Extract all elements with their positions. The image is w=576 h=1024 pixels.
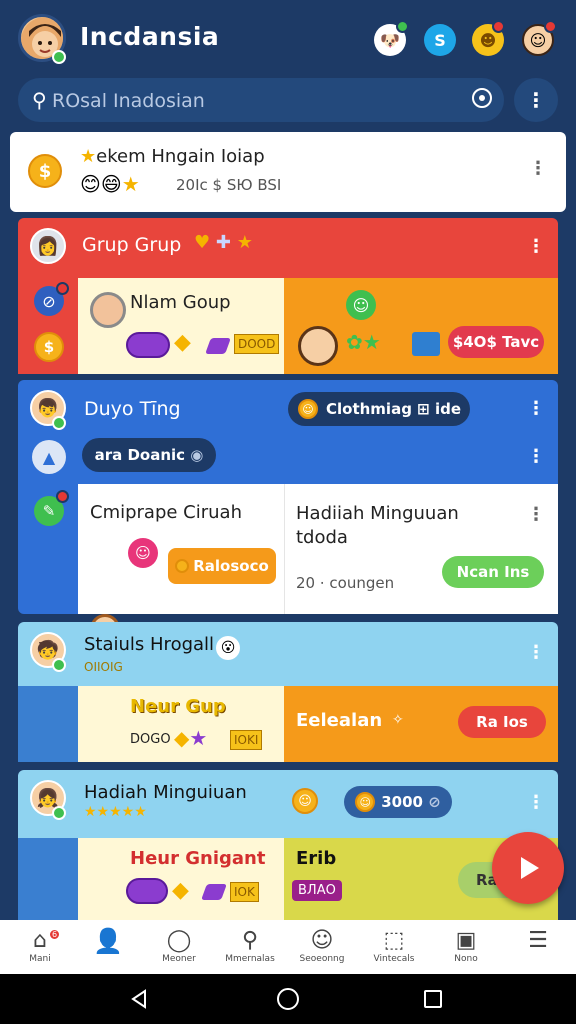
- profile-icon: 👤: [93, 927, 123, 955]
- reward-coin-icon: ☺: [292, 788, 318, 814]
- topic-header-pill[interactable]: ☺ Clothmiag ⊞ ide: [288, 392, 470, 426]
- status-left-title: Neur Gup: [130, 696, 226, 717]
- featured-count: 20Iс $ SЮ BSI: [176, 176, 282, 194]
- bottom-nav-items: ⌂ Mani 6 👤 ◯ Meoner ⚲ Mmernalas ☺ Seoeon…: [8, 926, 574, 964]
- girl-avatar-icon: [90, 292, 126, 328]
- home-badge: 6: [48, 928, 61, 941]
- status-right-pill[interactable]: Ra Ios: [458, 706, 546, 738]
- group-card-more-icon[interactable]: ⋮: [526, 236, 546, 257]
- coin-icon: $: [34, 332, 64, 362]
- nav-item-box[interactable]: ⬚ Vintecals: [358, 926, 430, 964]
- reward-right-title: Erib: [296, 848, 337, 869]
- reward-more-icon[interactable]: ⋮: [526, 792, 546, 813]
- search-icon: ⚲: [32, 88, 47, 112]
- voice-target-icon[interactable]: [472, 88, 492, 108]
- play-icon: [521, 857, 539, 879]
- blocked-icon-badge: [56, 282, 69, 295]
- topic-right-pill[interactable]: Ncan Ins: [442, 556, 544, 588]
- search-text: ROsal Inadosian: [52, 90, 205, 112]
- home-system-icon[interactable]: [277, 988, 299, 1010]
- news-icon: ▣: [455, 928, 477, 953]
- reward-left-title: Heur Gnigant: [130, 848, 266, 869]
- green-star-icon: ✿★: [346, 330, 381, 354]
- profile-alert-badge: [544, 20, 557, 33]
- dog-badge: [396, 20, 409, 33]
- topic-right-meta: 20 ⋅ cоungen: [296, 574, 395, 592]
- topic-right-more-icon[interactable]: ⋮: [526, 504, 546, 525]
- status-left-tag: IOKI: [230, 730, 263, 750]
- sparkle-icon: ✧: [392, 712, 404, 728]
- online-status-dot: [52, 50, 66, 64]
- status-left-value: DOGO: [130, 732, 171, 747]
- box-icon: ⬚: [383, 928, 405, 953]
- reward-card-sidebar: [18, 838, 78, 920]
- group-right-pill[interactable]: $4О$ Tavc: [448, 326, 544, 358]
- play-fab-button[interactable]: [492, 832, 564, 904]
- group-card-title: Grup Grup: [82, 234, 182, 256]
- nav-item-smile[interactable]: ☺ Seoeonng: [286, 926, 358, 964]
- topic-left-pill[interactable]: Ralosoco: [168, 548, 276, 584]
- status-right-title: Eelealan: [296, 710, 383, 731]
- nav-item-home[interactable]: ⌂ Mani 6: [8, 926, 72, 964]
- skype-icon[interactable]: S: [424, 24, 456, 56]
- app-title: Incdansia: [80, 22, 220, 51]
- reward-gold-icon: ◆: [172, 878, 189, 903]
- featured-emoji-row: 😊😄★: [80, 172, 140, 196]
- search-icon: ⚲: [241, 928, 259, 953]
- topic-more-icon[interactable]: ⋮: [526, 398, 546, 419]
- more-options-button[interactable]: ⋮: [514, 78, 558, 122]
- topic-left-title: Cmiprape Ciruah: [90, 502, 242, 523]
- status-emoji-icon: 😮: [216, 636, 240, 660]
- menu-icon: ☰: [528, 928, 548, 953]
- topic-sub-pill[interactable]: ara Doanic ◉: [82, 438, 216, 472]
- box-icon: [412, 332, 440, 356]
- reward-card-title: Hadiah Minguiuan: [84, 782, 247, 803]
- chat-icon: ◯: [166, 928, 192, 953]
- nav-item-menu[interactable]: ☰: [502, 926, 574, 964]
- group-card-decor-icons: ♥ ✚ ★: [194, 232, 253, 253]
- status-card-sidebar: [18, 686, 78, 762]
- topic-sub-more-icon[interactable]: ⋮: [526, 446, 546, 467]
- featured-title: ★ekem Hngain Ioiap: [80, 146, 265, 167]
- emoji-badge-alert: [492, 20, 505, 33]
- recents-icon[interactable]: [424, 990, 442, 1008]
- purple-ticket-icon: [126, 332, 170, 358]
- topic-right-title: Hadiiah Minguuan tdoda: [296, 503, 459, 548]
- group-left-value: DOOD: [234, 334, 280, 354]
- pink-face-icon: ☺: [128, 538, 158, 568]
- green-smile-icon: ☺: [346, 290, 376, 320]
- nav-item-news[interactable]: ▣ Nono: [430, 926, 502, 964]
- nav-item-search[interactable]: ⚲ Mmernalas: [214, 926, 286, 964]
- group-avatar: 👩: [30, 228, 66, 264]
- status-card-title: Staiuls Hrogall: [84, 634, 215, 655]
- topic-online-dot: [52, 416, 66, 430]
- boy-avatar-icon: [298, 326, 338, 366]
- featured-more-icon[interactable]: ⋮: [528, 158, 548, 179]
- shop-icon[interactable]: ▲: [32, 440, 66, 474]
- status-card-subtitle: OIIOIG: [84, 660, 123, 674]
- topic-card-title: Duyo Tīng: [84, 398, 181, 420]
- back-icon[interactable]: [128, 988, 150, 1010]
- status-online-dot: [52, 658, 66, 672]
- reward-left-value: ВЛАО: [292, 880, 342, 901]
- edit-icon-badge: [56, 490, 69, 503]
- status-more-icon[interactable]: ⋮: [526, 642, 546, 663]
- reward-left-tag: IOK: [230, 882, 259, 902]
- gold-star-icon: ◆: [174, 330, 191, 355]
- nav-item-profile[interactable]: 👤: [72, 926, 144, 964]
- reward-online-dot: [52, 806, 66, 820]
- nav-item-messages[interactable]: ◯ Meoner: [144, 926, 214, 964]
- home-icon: ⌂: [33, 928, 47, 953]
- status-left-stars: ◆★: [174, 726, 208, 750]
- smile-icon: ☺: [310, 928, 334, 953]
- reward-stars: ★★★★★: [84, 804, 147, 820]
- group-left-title: Nlam Goup: [130, 292, 231, 313]
- dollar-coin-icon: $: [28, 154, 62, 188]
- reward-ticket-icon: [126, 878, 168, 904]
- reward-pill[interactable]: ☺ 3000 ⊘: [344, 786, 452, 818]
